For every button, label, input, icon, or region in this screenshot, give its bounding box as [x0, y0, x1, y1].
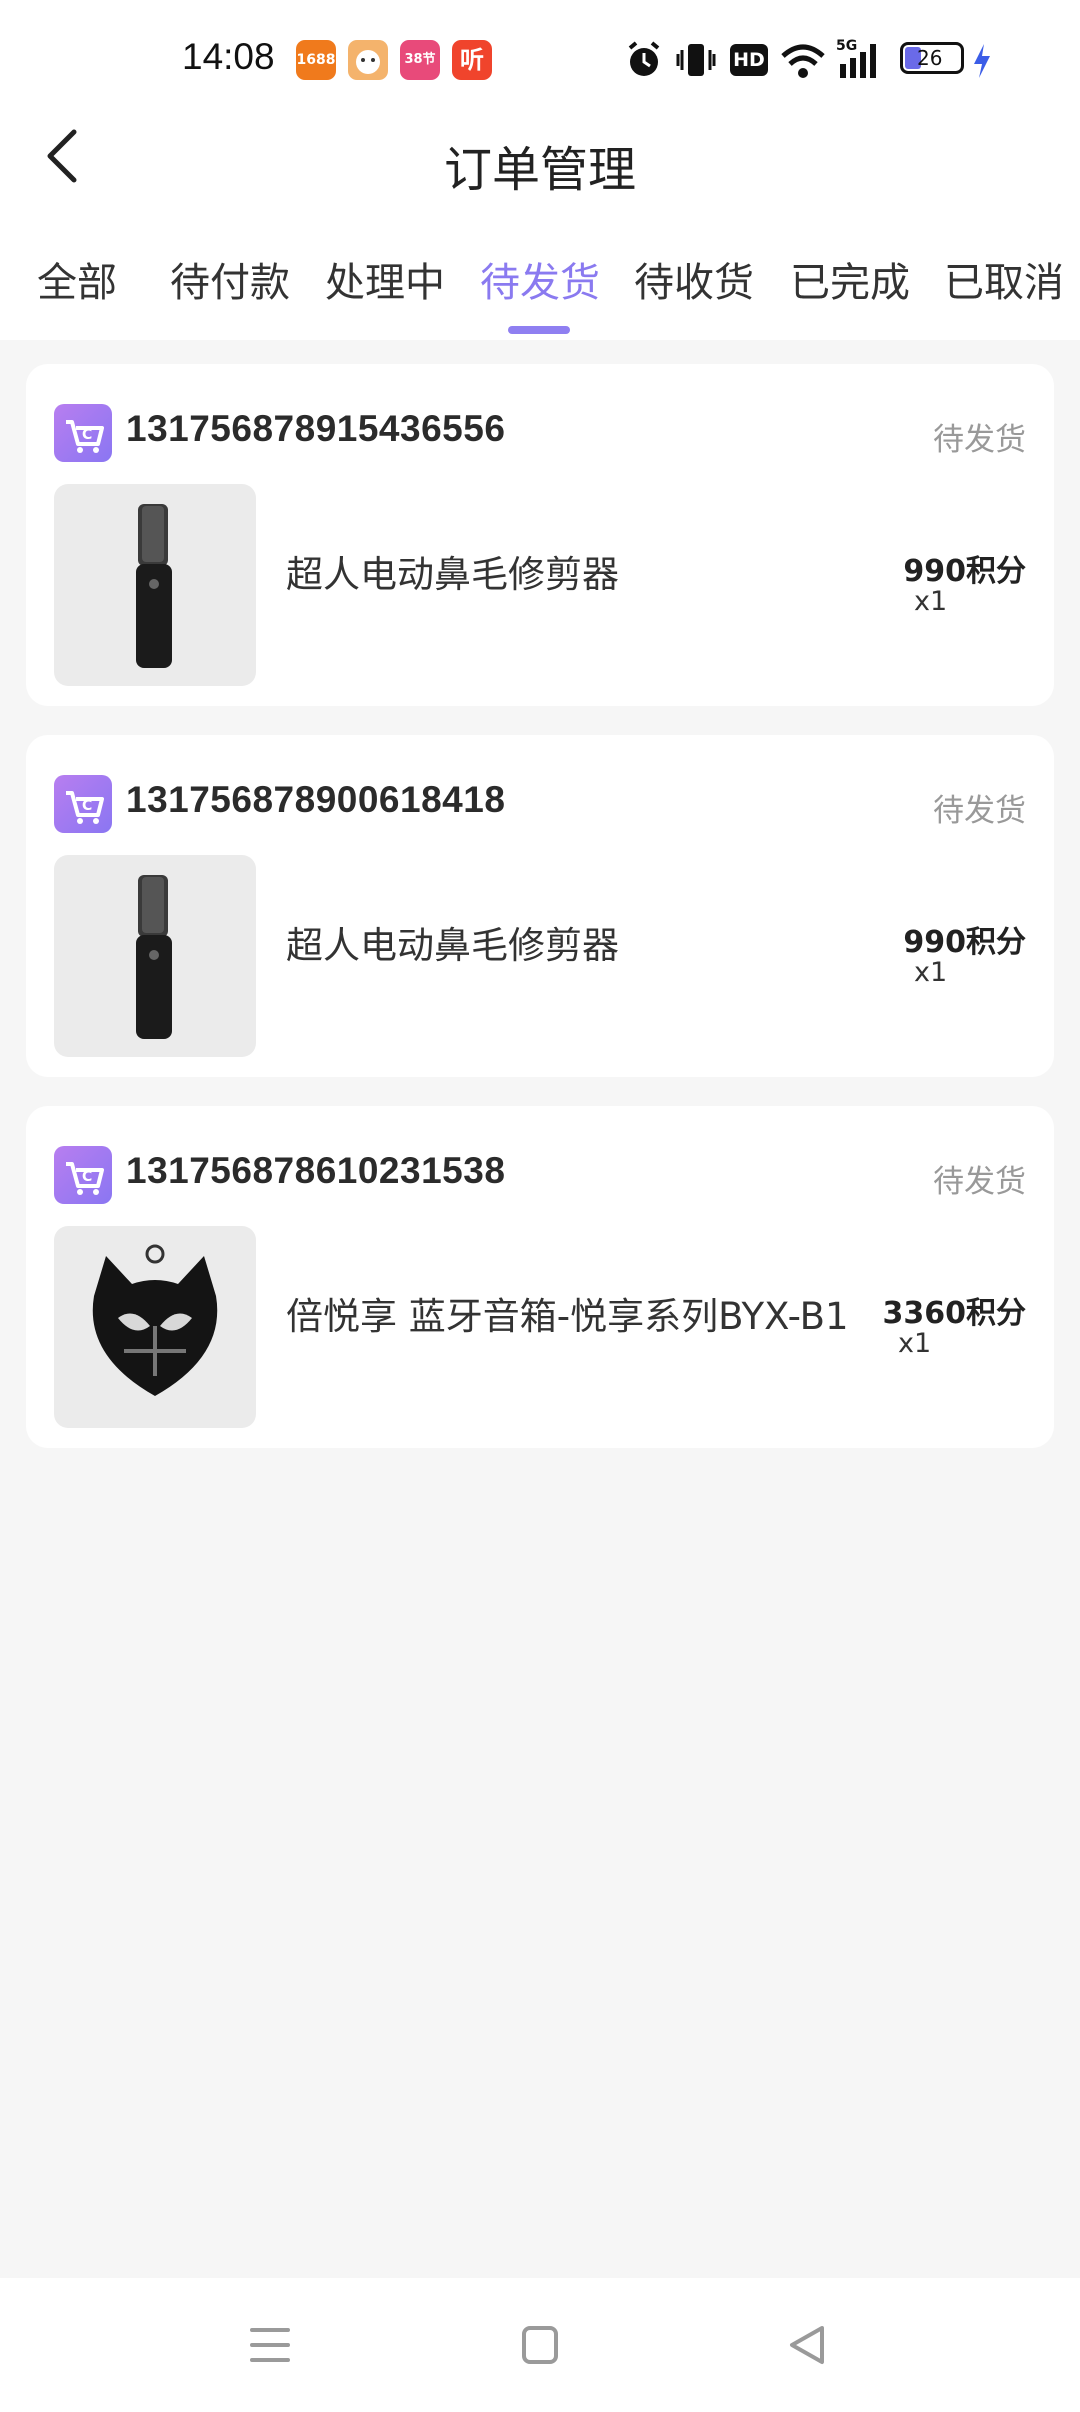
shop-cart-icon: C	[54, 404, 112, 462]
order-status: 待发货	[933, 1164, 1026, 1200]
order-number: 131756878915436556	[126, 408, 506, 449]
tab-completed[interactable]: 已完成	[790, 250, 910, 308]
app-1688-icon: 1688	[296, 40, 336, 80]
charging-icon	[970, 36, 994, 84]
order-card[interactable]: C 131756878900618418 待发货 超人电动鼻毛修剪器 990积分…	[26, 735, 1054, 1077]
nose-trimmer-image	[136, 504, 172, 668]
product-name: 超人电动鼻毛修剪器	[286, 924, 619, 967]
tab-pending-receipt[interactable]: 待收货	[634, 250, 754, 308]
product-price: 990积分	[903, 925, 1026, 960]
svg-text:C: C	[82, 798, 92, 814]
product-price: 3360积分	[882, 1296, 1027, 1331]
home-square-icon	[522, 2326, 558, 2364]
battery-level: 26	[917, 46, 943, 70]
order-card[interactable]: C 131756878915436556 待发货 超人电动鼻毛修剪器 990积分…	[26, 364, 1054, 706]
tab-pending-shipment[interactable]: 待发货	[480, 250, 600, 308]
active-tab-indicator	[508, 326, 570, 334]
product-price: 990积分	[903, 554, 1026, 589]
product-image[interactable]	[54, 484, 256, 686]
nose-trimmer-image	[136, 875, 172, 1039]
back-triangle-icon	[790, 2326, 824, 2364]
hema-app-icon	[348, 40, 388, 80]
svg-text:C: C	[82, 427, 92, 443]
tab-processing[interactable]: 处理中	[325, 250, 445, 308]
product-quantity: x1	[898, 1328, 932, 1359]
status-bar: 14:08 1688 38节 听 HD 5G 26	[0, 0, 1080, 120]
order-number: 131756878900618418	[126, 779, 506, 820]
svg-text:5G: 5G	[836, 38, 857, 54]
home-nav-button[interactable]	[516, 2322, 564, 2368]
signal-icon: 5G	[836, 36, 886, 84]
status-time: 14:08	[182, 36, 275, 77]
product-quantity: x1	[914, 957, 948, 988]
svg-text:C: C	[82, 1169, 92, 1185]
battery-icon: 26	[900, 42, 964, 74]
back-nav-button[interactable]	[784, 2322, 832, 2368]
wifi-icon	[780, 36, 826, 84]
order-number: 131756878610231538	[126, 1150, 506, 1191]
page-title: 订单管理	[443, 142, 636, 198]
product-name: 倍悦享 蓝牙音箱-悦享系列BYX-B1	[286, 1295, 849, 1338]
product-name: 超人电动鼻毛修剪器	[286, 553, 619, 596]
app-38-icon: 38节	[400, 40, 440, 80]
shop-cart-icon: C	[54, 1146, 112, 1204]
hd-icon: HD	[730, 44, 768, 76]
tab-pending-payment[interactable]: 待付款	[170, 250, 290, 308]
order-card[interactable]: C 131756878610231538 待发货 倍悦享 蓝牙音箱-悦享系列BY…	[26, 1106, 1054, 1448]
tab-all[interactable]: 全部	[37, 250, 117, 308]
system-nav-bar	[0, 2278, 1080, 2412]
product-quantity: x1	[914, 586, 948, 617]
alarm-icon	[624, 36, 664, 84]
order-status: 待发货	[933, 793, 1026, 829]
app-ting-icon: 听	[452, 40, 492, 80]
bluetooth-speaker-image	[92, 1244, 218, 1396]
tab-bar: 全部 待付款 处理中 待发货 待收货 已完成 已取消	[0, 250, 1080, 336]
tab-cancelled[interactable]: 已取消	[944, 250, 1064, 308]
vibrate-icon	[676, 36, 716, 84]
shop-cart-icon: C	[54, 775, 112, 833]
order-status: 待发货	[933, 422, 1026, 458]
menu-nav-button[interactable]	[246, 2322, 294, 2368]
product-image[interactable]	[54, 1226, 256, 1428]
product-image[interactable]	[54, 855, 256, 1057]
menu-icon	[250, 2328, 290, 2362]
